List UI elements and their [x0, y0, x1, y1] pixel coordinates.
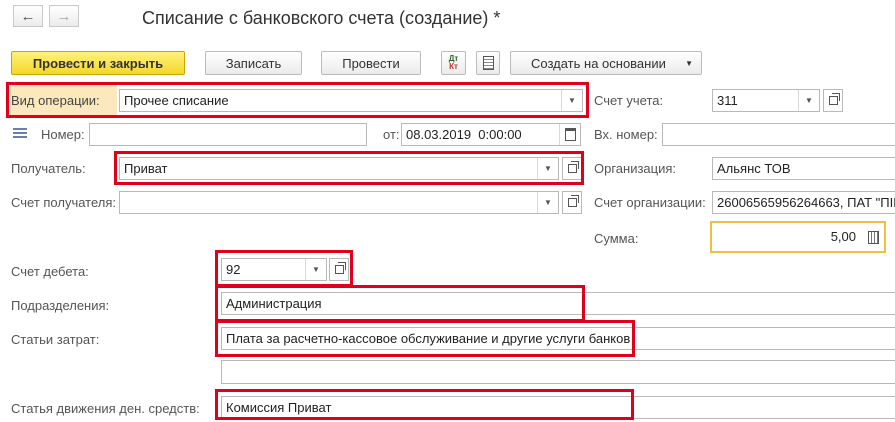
dropdown-arrow-icon: ▼ [685, 58, 693, 68]
calculator-icon[interactable] [862, 223, 884, 251]
dropdown-arrow-icon[interactable]: ▼ [798, 90, 819, 111]
debit-account-select[interactable]: 92 ▼ [221, 258, 327, 281]
date-input[interactable]: 08.03.2019 0:00:00 [401, 123, 581, 146]
calendar-icon[interactable] [559, 124, 580, 145]
debit-account-label: Счет дебета: [11, 264, 89, 279]
number-label: Номер: [41, 127, 85, 142]
open-account-button[interactable] [823, 89, 843, 112]
open-recipient-account-button[interactable] [562, 191, 582, 214]
amount-label: Сумма: [594, 231, 639, 246]
arrow-right-icon: → [56, 7, 72, 25]
recipient-select[interactable]: Приват ▼ [119, 157, 559, 180]
cashflow-label: Статья движения ден. средств: [11, 401, 200, 416]
account-label: Счет учета: [594, 93, 664, 108]
dropdown-arrow-icon[interactable]: ▼ [561, 90, 582, 111]
dropdown-arrow-icon[interactable]: ▼ [537, 158, 558, 179]
incoming-number-label: Вх. номер: [594, 127, 658, 142]
document-icon [482, 56, 494, 70]
cost-items-label: Статьи затрат: [11, 332, 100, 347]
post-and-close-button[interactable]: Провести и закрыть [11, 51, 185, 75]
subdivision-label: Подразделения: [11, 298, 110, 313]
number-list-icon [13, 128, 27, 138]
open-icon [334, 262, 346, 274]
save-button[interactable]: Записать [205, 51, 302, 75]
operation-label: Вид операции: [11, 93, 100, 108]
incoming-number-input[interactable] [662, 123, 895, 146]
forward-button[interactable]: → [49, 5, 79, 27]
back-button[interactable]: ← [13, 5, 43, 27]
open-icon [567, 161, 579, 173]
arrow-left-icon: ← [20, 7, 36, 25]
organization-label: Организация: [594, 161, 677, 176]
open-icon [567, 195, 579, 207]
amount-input[interactable]: 5,00 [710, 221, 886, 253]
dropdown-arrow-icon[interactable]: ▼ [537, 192, 558, 213]
org-account-label: Счет организации: [594, 195, 706, 210]
dt-kt-button[interactable]: Дт Кт [441, 51, 466, 75]
cost-items-input[interactable]: Плата за расчетно-кассовое обслуживание … [221, 327, 895, 350]
print-button[interactable] [476, 51, 500, 75]
organization-select[interactable]: Альянс ТОВ [712, 157, 895, 180]
post-button[interactable]: Провести [321, 51, 421, 75]
cost-items-extra-input[interactable] [221, 360, 895, 384]
dt-kt-icon: Дт Кт [448, 54, 459, 71]
number-input[interactable] [89, 123, 367, 146]
create-based-on-button[interactable]: Создать на основании ▼ [510, 51, 702, 75]
open-debit-account-button[interactable] [329, 258, 349, 281]
account-select[interactable]: 311 ▼ [712, 89, 820, 112]
org-account-select[interactable]: 26006565956264663, ПАТ "ПІВ [712, 191, 895, 214]
dropdown-arrow-icon[interactable]: ▼ [305, 259, 326, 280]
recipient-account-select[interactable]: ▼ [119, 191, 559, 214]
cashflow-input[interactable]: Комиссия Приват [221, 396, 895, 419]
open-recipient-button[interactable] [562, 157, 582, 180]
recipient-label: Получатель: [11, 161, 86, 176]
subdivision-input[interactable]: Администрация [221, 292, 895, 315]
recipient-account-label: Счет получателя: [11, 195, 117, 210]
open-icon [828, 93, 840, 105]
operation-select[interactable]: Прочее списание ▼ [119, 89, 583, 112]
page-title: Списание с банковского счета (создание) … [142, 8, 501, 28]
date-from-label: от: [383, 127, 400, 142]
